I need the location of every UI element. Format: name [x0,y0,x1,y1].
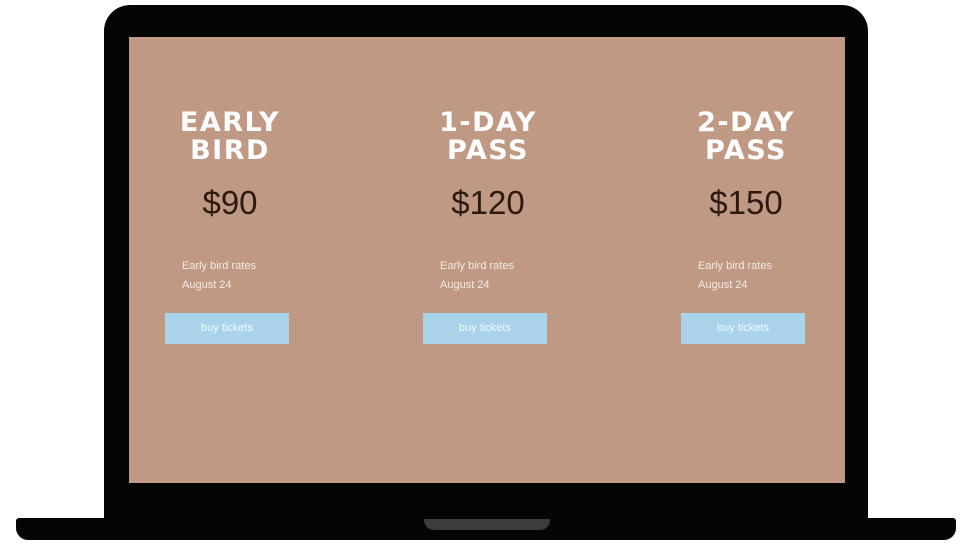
plan-title-line-1: EARLY [179,107,281,138]
plan-title-line-2: BIRD [190,135,270,166]
buy-tickets-button-early-bird[interactable]: buy tickets [165,313,289,344]
plan-title-line-2: PASS [705,135,787,166]
plan-price: $90 [202,184,258,221]
plan-description-line-1: Early bird rates [698,260,772,272]
plan-title: EARLY BIRD [165,109,295,165]
plan-description-line-1: Early bird rates [440,260,514,272]
plan-title: 2-DAY PASS [681,109,811,165]
plan-description-line-2: August 24 [182,279,232,291]
plan-title-line-1: 2-DAY [697,107,795,138]
laptop-notch [424,519,550,530]
pricing-card-1-day-pass: 1-DAY PASS $120 Early bird rates August … [423,109,553,344]
pricing-card-early-bird: EARLY BIRD $90 Early bird rates August 2… [165,109,295,344]
plan-description-line-1: Early bird rates [182,260,256,272]
pricing-card-2-day-pass: 2-DAY PASS $150 Early bird rates August … [681,109,811,344]
plan-title: 1-DAY PASS [423,109,553,165]
buy-tickets-button-2-day-pass[interactable]: buy tickets [681,313,805,344]
plan-description: Early bird rates August 24 [681,257,811,295]
pricing-section: EARLY BIRD $90 Early bird rates August 2… [129,37,845,483]
plan-title-line-1: 1-DAY [439,107,537,138]
laptop-screen: EARLY BIRD $90 Early bird rates August 2… [129,37,845,483]
plan-title-line-2: PASS [447,135,529,166]
plan-description-line-2: August 24 [698,279,748,291]
plan-description: Early bird rates August 24 [423,257,553,295]
plan-description-line-2: August 24 [440,279,490,291]
plan-price: $150 [709,184,783,221]
plan-description: Early bird rates August 24 [165,257,295,295]
plan-price: $120 [451,184,525,221]
buy-tickets-button-1-day-pass[interactable]: buy tickets [423,313,547,344]
